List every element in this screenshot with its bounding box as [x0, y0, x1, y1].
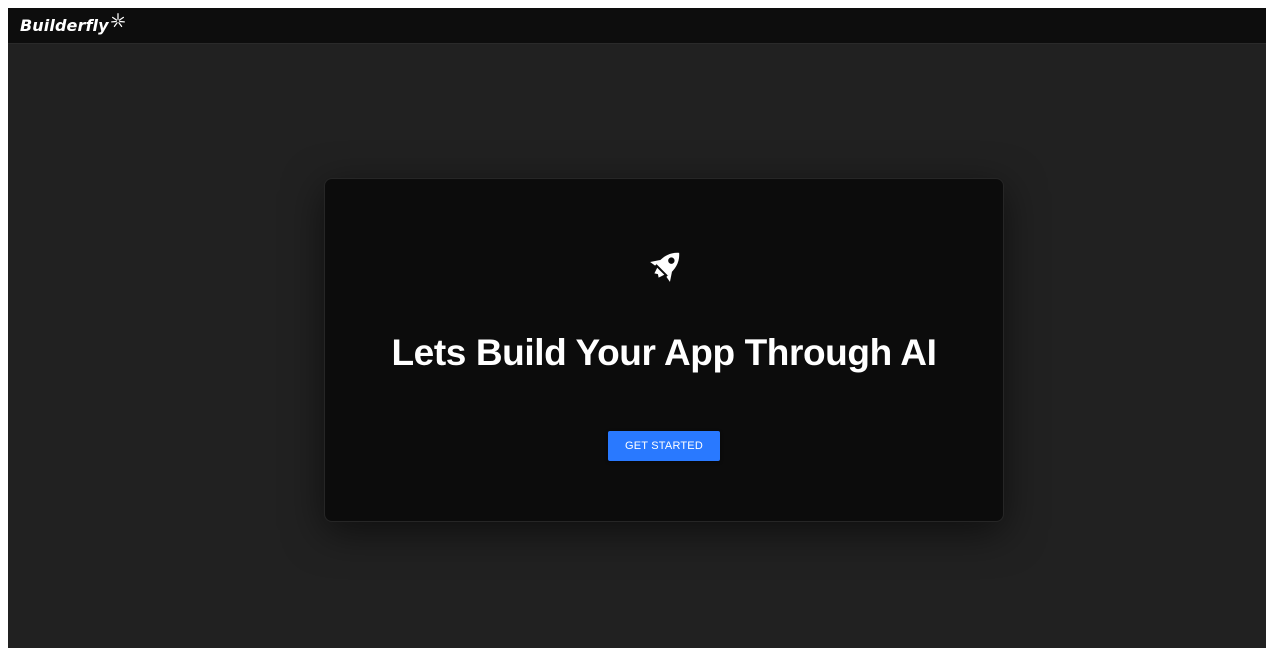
- brand-logo[interactable]: Builderfly: [20, 10, 127, 40]
- app-viewport: Builderfly Lets Build Your App Through A…: [8, 8, 1266, 648]
- hero-headline: Lets Build Your App Through AI: [391, 332, 937, 373]
- brand-name: Builderfly: [20, 15, 109, 35]
- get-started-button[interactable]: GET STARTED: [608, 431, 720, 461]
- top-nav-bar: Builderfly: [8, 8, 1266, 44]
- rocket-icon: [650, 252, 680, 282]
- hero-card: Lets Build Your App Through AI GET START…: [324, 178, 1004, 522]
- sparkle-icon: [110, 13, 125, 28]
